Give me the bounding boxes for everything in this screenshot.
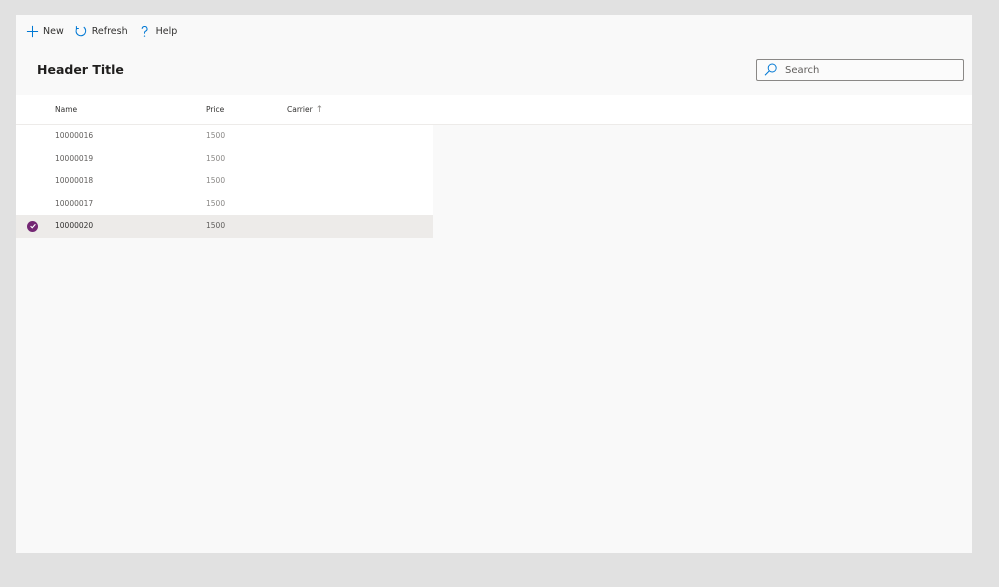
sort-ascending-icon: ↑: [315, 105, 324, 115]
row-price-cell: 1500: [206, 176, 226, 185]
row-name-cell: 10000016: [55, 131, 94, 140]
column-header-carrier-label: Carrier: [287, 105, 313, 114]
column-header-price[interactable]: Price: [206, 95, 224, 124]
row-price-cell: 1500: [206, 221, 226, 230]
search-box[interactable]: [756, 59, 964, 81]
row-name-cell: 10000018: [55, 176, 94, 185]
command-bar: New Refresh Help: [16, 15, 976, 47]
table-row[interactable]: 10000019 1500: [16, 147, 433, 170]
help-label: Help: [155, 25, 178, 37]
row-price-cell: 1500: [206, 131, 226, 140]
table-row[interactable]: 10000016 1500: [16, 125, 433, 148]
plus-icon: [25, 24, 39, 38]
page-title: Header Title: [37, 62, 124, 77]
grid-header: Name Price Carrier ↑: [16, 95, 972, 125]
row-price-cell: 1500: [206, 198, 226, 208]
refresh-label: Refresh: [91, 25, 128, 37]
row-name-cell: 10000020: [55, 221, 94, 230]
new-label: New: [43, 25, 64, 37]
table-row[interactable]: 10000018 1500: [16, 170, 433, 193]
row-price-cell: 1500: [206, 153, 226, 163]
app-window: New Refresh Help Header Title Name Price: [16, 15, 972, 553]
search-icon: [761, 60, 781, 80]
checkmark-circle-icon[interactable]: [27, 220, 38, 232]
row-name-cell: 10000019: [55, 153, 94, 163]
help-button[interactable]: Help: [133, 15, 183, 47]
column-header-price-label: Price: [206, 105, 225, 114]
help-icon: [138, 24, 152, 38]
table-row-selected[interactable]: 10000020 1500: [16, 215, 433, 238]
column-header-name[interactable]: Name: [55, 95, 77, 124]
new-button[interactable]: New: [20, 15, 69, 47]
column-header-carrier[interactable]: Carrier ↑: [287, 95, 323, 124]
refresh-icon: [74, 24, 88, 38]
row-name-cell: 10000017: [55, 198, 94, 208]
table-row[interactable]: 10000017 1500: [16, 192, 433, 215]
column-header-name-label: Name: [55, 105, 78, 114]
grid-rows: 10000016 1500 10000019 1500 10000018 150…: [16, 125, 433, 238]
search-input[interactable]: [781, 64, 955, 76]
refresh-button[interactable]: Refresh: [69, 15, 133, 47]
